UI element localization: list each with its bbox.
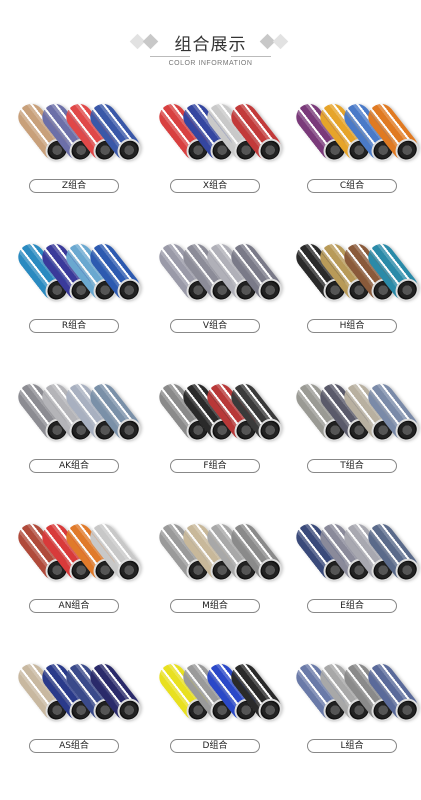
combo-item[interactable]: H组合 <box>282 230 421 370</box>
product-image <box>154 236 286 308</box>
combo-item[interactable]: R组合 <box>4 230 145 370</box>
combo-item[interactable]: Z组合 <box>4 90 145 230</box>
combo-item[interactable]: X组合 <box>145 90 286 230</box>
combo-label: Z组合 <box>29 179 119 193</box>
product-image <box>154 376 286 448</box>
product-image <box>291 656 421 728</box>
product-image <box>13 96 145 168</box>
combo-label: M组合 <box>170 599 260 613</box>
combo-label: AK组合 <box>29 459 119 473</box>
combo-item[interactable]: AN组合 <box>4 510 145 650</box>
combo-item[interactable]: AS组合 <box>4 650 145 790</box>
divider <box>150 56 190 57</box>
combo-item[interactable]: AK组合 <box>4 370 145 510</box>
header: 组合展示 COLOR INFORMATION <box>0 0 421 80</box>
product-image <box>291 376 421 448</box>
combo-label: E组合 <box>307 599 397 613</box>
combo-label: T组合 <box>307 459 397 473</box>
combo-label: V组合 <box>170 319 260 333</box>
combo-label: H组合 <box>307 319 397 333</box>
product-image <box>291 96 421 168</box>
divider <box>231 56 271 57</box>
combo-label: C组合 <box>307 179 397 193</box>
product-image <box>13 236 145 308</box>
page-title: 组合展示 <box>174 35 247 55</box>
product-image <box>291 236 421 308</box>
product-image <box>154 96 286 168</box>
combo-item[interactable]: M组合 <box>145 510 286 650</box>
combo-label: R组合 <box>29 319 119 333</box>
product-image <box>13 516 145 588</box>
product-image <box>13 376 145 448</box>
product-image <box>154 516 286 588</box>
combo-item[interactable]: V组合 <box>145 230 286 370</box>
combo-item[interactable]: C组合 <box>282 90 421 230</box>
combo-label: L组合 <box>307 739 397 753</box>
combo-label: F组合 <box>170 459 260 473</box>
product-image <box>13 656 145 728</box>
combo-item[interactable]: T组合 <box>282 370 421 510</box>
combo-item[interactable]: F组合 <box>145 370 286 510</box>
product-image <box>154 656 286 728</box>
combo-label: AS组合 <box>29 739 119 753</box>
diamond-decoration-icon <box>258 33 294 50</box>
combo-label: X组合 <box>170 179 260 193</box>
combo-item[interactable]: D组合 <box>145 650 286 790</box>
combo-label: AN组合 <box>29 599 119 613</box>
combo-item[interactable]: L组合 <box>282 650 421 790</box>
page-subtitle: COLOR INFORMATION <box>168 60 253 67</box>
combo-label: D组合 <box>170 739 260 753</box>
product-image <box>291 516 421 588</box>
combo-item[interactable]: E组合 <box>282 510 421 650</box>
